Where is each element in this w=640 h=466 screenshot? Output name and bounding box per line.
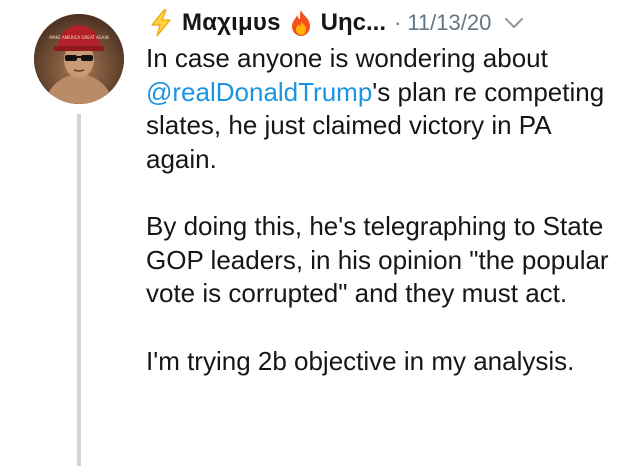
timestamp[interactable]: 11/13/20 xyxy=(407,10,491,36)
display-name-continued[interactable]: Uηc... xyxy=(321,9,386,37)
avatar-image: MAKE AMERICA GREAT AGAIN xyxy=(34,14,124,104)
tweet[interactable]: MAKE AMERICA GREAT AGAIN Μαχιμυs Uηc... … xyxy=(0,0,640,466)
separator-dot: · xyxy=(393,10,402,35)
display-name[interactable]: Μαχιμυs xyxy=(182,9,281,37)
paragraph-1: In case anyone is wondering about @realD… xyxy=(146,42,626,176)
tweet-header: Μαχιμυs Uηc... · 11/13/20 xyxy=(146,8,626,38)
paragraph-2: By doing this, he's telegraphing to Stat… xyxy=(146,211,609,308)
avatar-hat-text: MAKE AMERICA GREAT AGAIN xyxy=(49,35,108,40)
fire-icon xyxy=(289,9,313,37)
tweet-text: In case anyone is wondering about @realD… xyxy=(146,42,626,378)
thread-line xyxy=(77,114,81,466)
avatar[interactable]: MAKE AMERICA GREAT AGAIN xyxy=(34,14,124,104)
mention-link[interactable]: @realDonaldTrump xyxy=(146,77,372,107)
lightning-bolt-icon xyxy=(146,8,176,38)
chevron-down-icon[interactable] xyxy=(503,12,525,34)
paragraph-1-pre: In case anyone is wondering about xyxy=(146,43,548,73)
paragraph-3: I'm trying 2b objective in my analysis. xyxy=(146,345,575,376)
